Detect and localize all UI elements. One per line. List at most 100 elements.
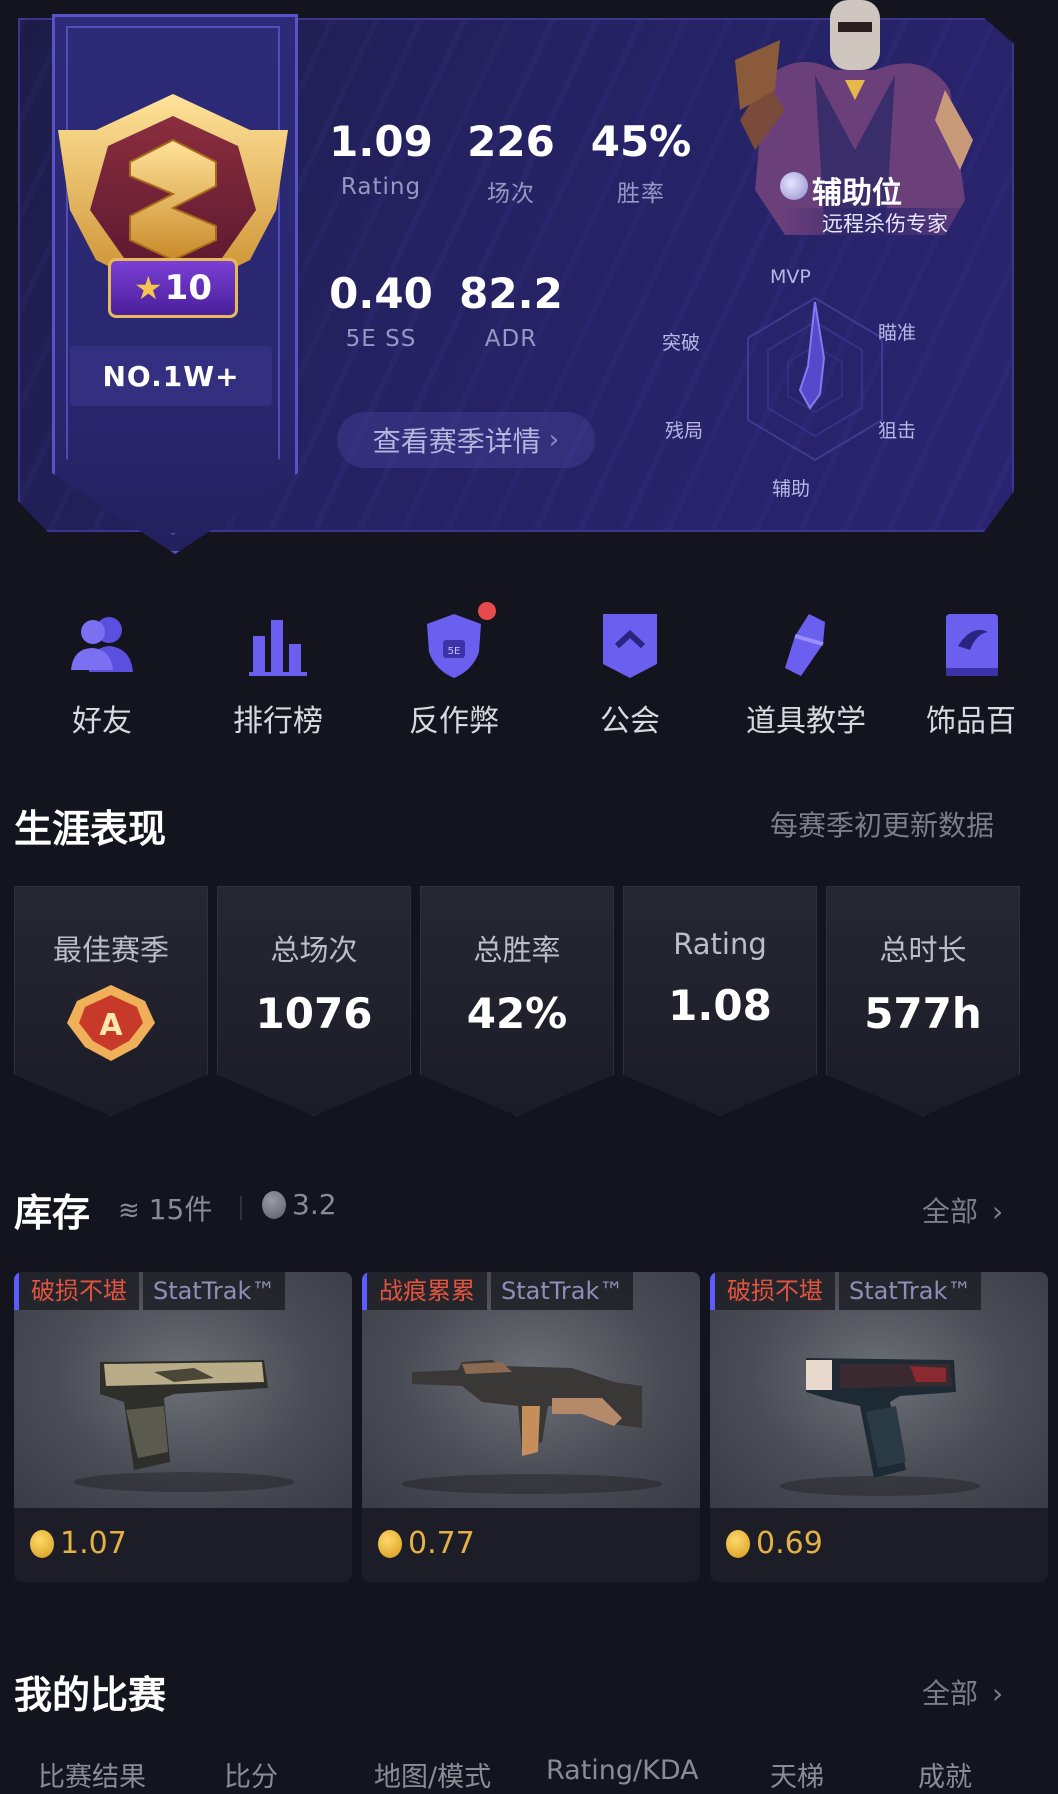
col-score[interactable]: 比分 xyxy=(224,1755,278,1794)
coin-icon xyxy=(30,1529,54,1558)
inventory-item-card[interactable]: 破损不堪 StatTrak™ 0.69 xyxy=(710,1272,1048,1582)
career-card-total-matches[interactable]: 总场次 1076 xyxy=(217,886,411,1116)
role-icon xyxy=(780,172,808,200)
stat-label: ADR xyxy=(484,326,538,352)
menu-skins[interactable]: 饰品百 xyxy=(896,610,1046,740)
pistol-usp-image xyxy=(780,1358,980,1496)
rank-level-badge: ★ 10 xyxy=(108,258,238,318)
stat-adr: 82.2 ADR xyxy=(446,270,576,353)
chevron-right-icon: › xyxy=(548,425,560,455)
inventory-item-card[interactable]: 战痕累累 StatTrak™ 0.77 xyxy=(362,1272,700,1582)
item-price-value: 0.77 xyxy=(408,1526,475,1561)
inventory-title: 库存 xyxy=(14,1191,91,1235)
career-title: 生涯表现 xyxy=(14,807,167,851)
menu-anticheat[interactable]: 5E 反作弊 xyxy=(384,610,524,740)
stat-label: 胜率 xyxy=(617,181,665,207)
career-note: 每赛季初更新数据 xyxy=(770,809,995,842)
col-ladder[interactable]: 天梯 xyxy=(770,1755,824,1794)
pistol-glock-image xyxy=(74,1360,294,1492)
best-season-a-badge-icon: A xyxy=(67,985,155,1061)
knife-book-icon xyxy=(946,614,998,676)
anticheat-shield-icon: 5E xyxy=(427,614,481,678)
item-price: 0.77 xyxy=(378,1526,475,1561)
item-tags: 破损不堪 StatTrak™ xyxy=(14,1272,286,1310)
stattrak-tag: StatTrak™ xyxy=(491,1272,634,1310)
menu-leaderboard[interactable]: 排行榜 xyxy=(208,610,348,740)
stat-value: 1.09 xyxy=(329,117,433,166)
menu-label: 饰品百 xyxy=(926,704,1016,739)
chevron-right-icon: › xyxy=(992,1195,1004,1228)
menu-friends[interactable]: 好友 xyxy=(32,610,172,740)
radar-label-clutch: 残局 xyxy=(665,420,704,442)
career-value: 1076 xyxy=(255,989,373,1038)
career-label: 总场次 xyxy=(270,933,358,967)
career-card-total-time[interactable]: 总时长 577h xyxy=(826,886,1020,1116)
menu-label: 道具教学 xyxy=(746,704,866,739)
inventory-item-card[interactable]: 破损不堪 StatTrak™ 1.07 xyxy=(14,1272,352,1582)
role-title: 辅助位 xyxy=(812,176,902,211)
divider xyxy=(240,1196,242,1220)
stat-5ess: 0.40 5E SS xyxy=(316,269,446,353)
notification-dot xyxy=(478,602,496,620)
see-all-label: 全部 xyxy=(922,1677,979,1710)
career-card-best-season[interactable]: 最佳赛季 A xyxy=(14,886,208,1116)
col-map-mode[interactable]: 地图/模式 xyxy=(374,1755,491,1794)
item-price-value: 1.07 xyxy=(60,1526,127,1561)
wear-tag: 破损不堪 xyxy=(19,1272,139,1310)
menu-label: 反作弊 xyxy=(409,704,499,739)
menu-label: 排行榜 xyxy=(233,704,323,739)
career-card-total-winrate[interactable]: 总胜率 42% xyxy=(420,886,614,1116)
matches-see-all-link[interactable]: 全部 › xyxy=(922,1672,1003,1712)
season-detail-button[interactable]: 查看赛季详情 › xyxy=(337,412,595,468)
coin-stack-icon xyxy=(262,1190,286,1219)
svg-text:5E: 5E xyxy=(448,646,461,657)
inventory-see-all-link[interactable]: 全部 › xyxy=(922,1190,1003,1230)
stat-label: 5E SS xyxy=(345,326,417,352)
col-result[interactable]: 比赛结果 xyxy=(38,1755,146,1794)
guild-icon xyxy=(603,614,657,678)
grenade-icon xyxy=(785,614,825,676)
stat-label: Rating xyxy=(340,174,422,200)
rank-position: NO.1W+ xyxy=(70,346,272,406)
career-label: Rating xyxy=(673,927,767,961)
menu-grenade-tutorial[interactable]: 道具教学 xyxy=(736,610,876,740)
season-detail-label: 查看赛季详情 xyxy=(372,425,541,458)
stat-value: 0.40 xyxy=(329,269,433,318)
leaderboard-icon xyxy=(249,620,307,676)
menu-label: 好友 xyxy=(72,704,132,739)
rifle-m4-image xyxy=(402,1360,662,1494)
item-tags: 破损不堪 StatTrak™ xyxy=(710,1272,982,1310)
career-value: 1.08 xyxy=(668,981,772,1030)
coin-icon xyxy=(378,1529,402,1558)
wear-tag: 破损不堪 xyxy=(715,1272,835,1310)
radar-label-support: 辅助 xyxy=(772,478,811,500)
career-label: 总时长 xyxy=(879,933,967,967)
career-card-rating[interactable]: Rating 1.08 xyxy=(623,886,817,1116)
ability-radar-chart xyxy=(747,296,883,462)
radar-label-mvp: MVP xyxy=(770,266,811,288)
radar-label-sniper: 狙击 xyxy=(878,420,917,442)
career-label: 最佳赛季 xyxy=(52,933,169,967)
item-price: 1.07 xyxy=(30,1526,127,1561)
stattrak-tag: StatTrak™ xyxy=(143,1272,286,1310)
layers-icon: ≋ xyxy=(118,1196,140,1226)
coin-icon xyxy=(726,1529,750,1558)
stat-matches: 226 场次 xyxy=(446,118,576,208)
col-rating-kda[interactable]: Rating/KDA xyxy=(546,1755,699,1786)
inventory-count-value: 15件 xyxy=(148,1193,213,1226)
stat-rating: 1.09 Rating xyxy=(316,117,446,201)
matches-title: 我的比赛 xyxy=(14,1673,167,1717)
chevron-right-icon: › xyxy=(992,1677,1004,1710)
friends-icon xyxy=(71,617,133,672)
stat-label: 场次 xyxy=(487,181,535,207)
career-value: 42% xyxy=(466,989,568,1038)
stattrak-tag: StatTrak™ xyxy=(839,1272,982,1310)
col-achievement[interactable]: 成就 xyxy=(918,1755,972,1794)
svg-text:A: A xyxy=(99,1008,123,1043)
wear-tag: 战痕累累 xyxy=(367,1272,487,1310)
item-price-value: 0.69 xyxy=(756,1526,823,1561)
role-subtitle: 远程杀伤专家 xyxy=(780,208,990,238)
inventory-value-amount: 3.2 xyxy=(292,1188,337,1221)
see-all-label: 全部 xyxy=(922,1195,979,1228)
menu-guild[interactable]: 公会 xyxy=(560,610,700,740)
